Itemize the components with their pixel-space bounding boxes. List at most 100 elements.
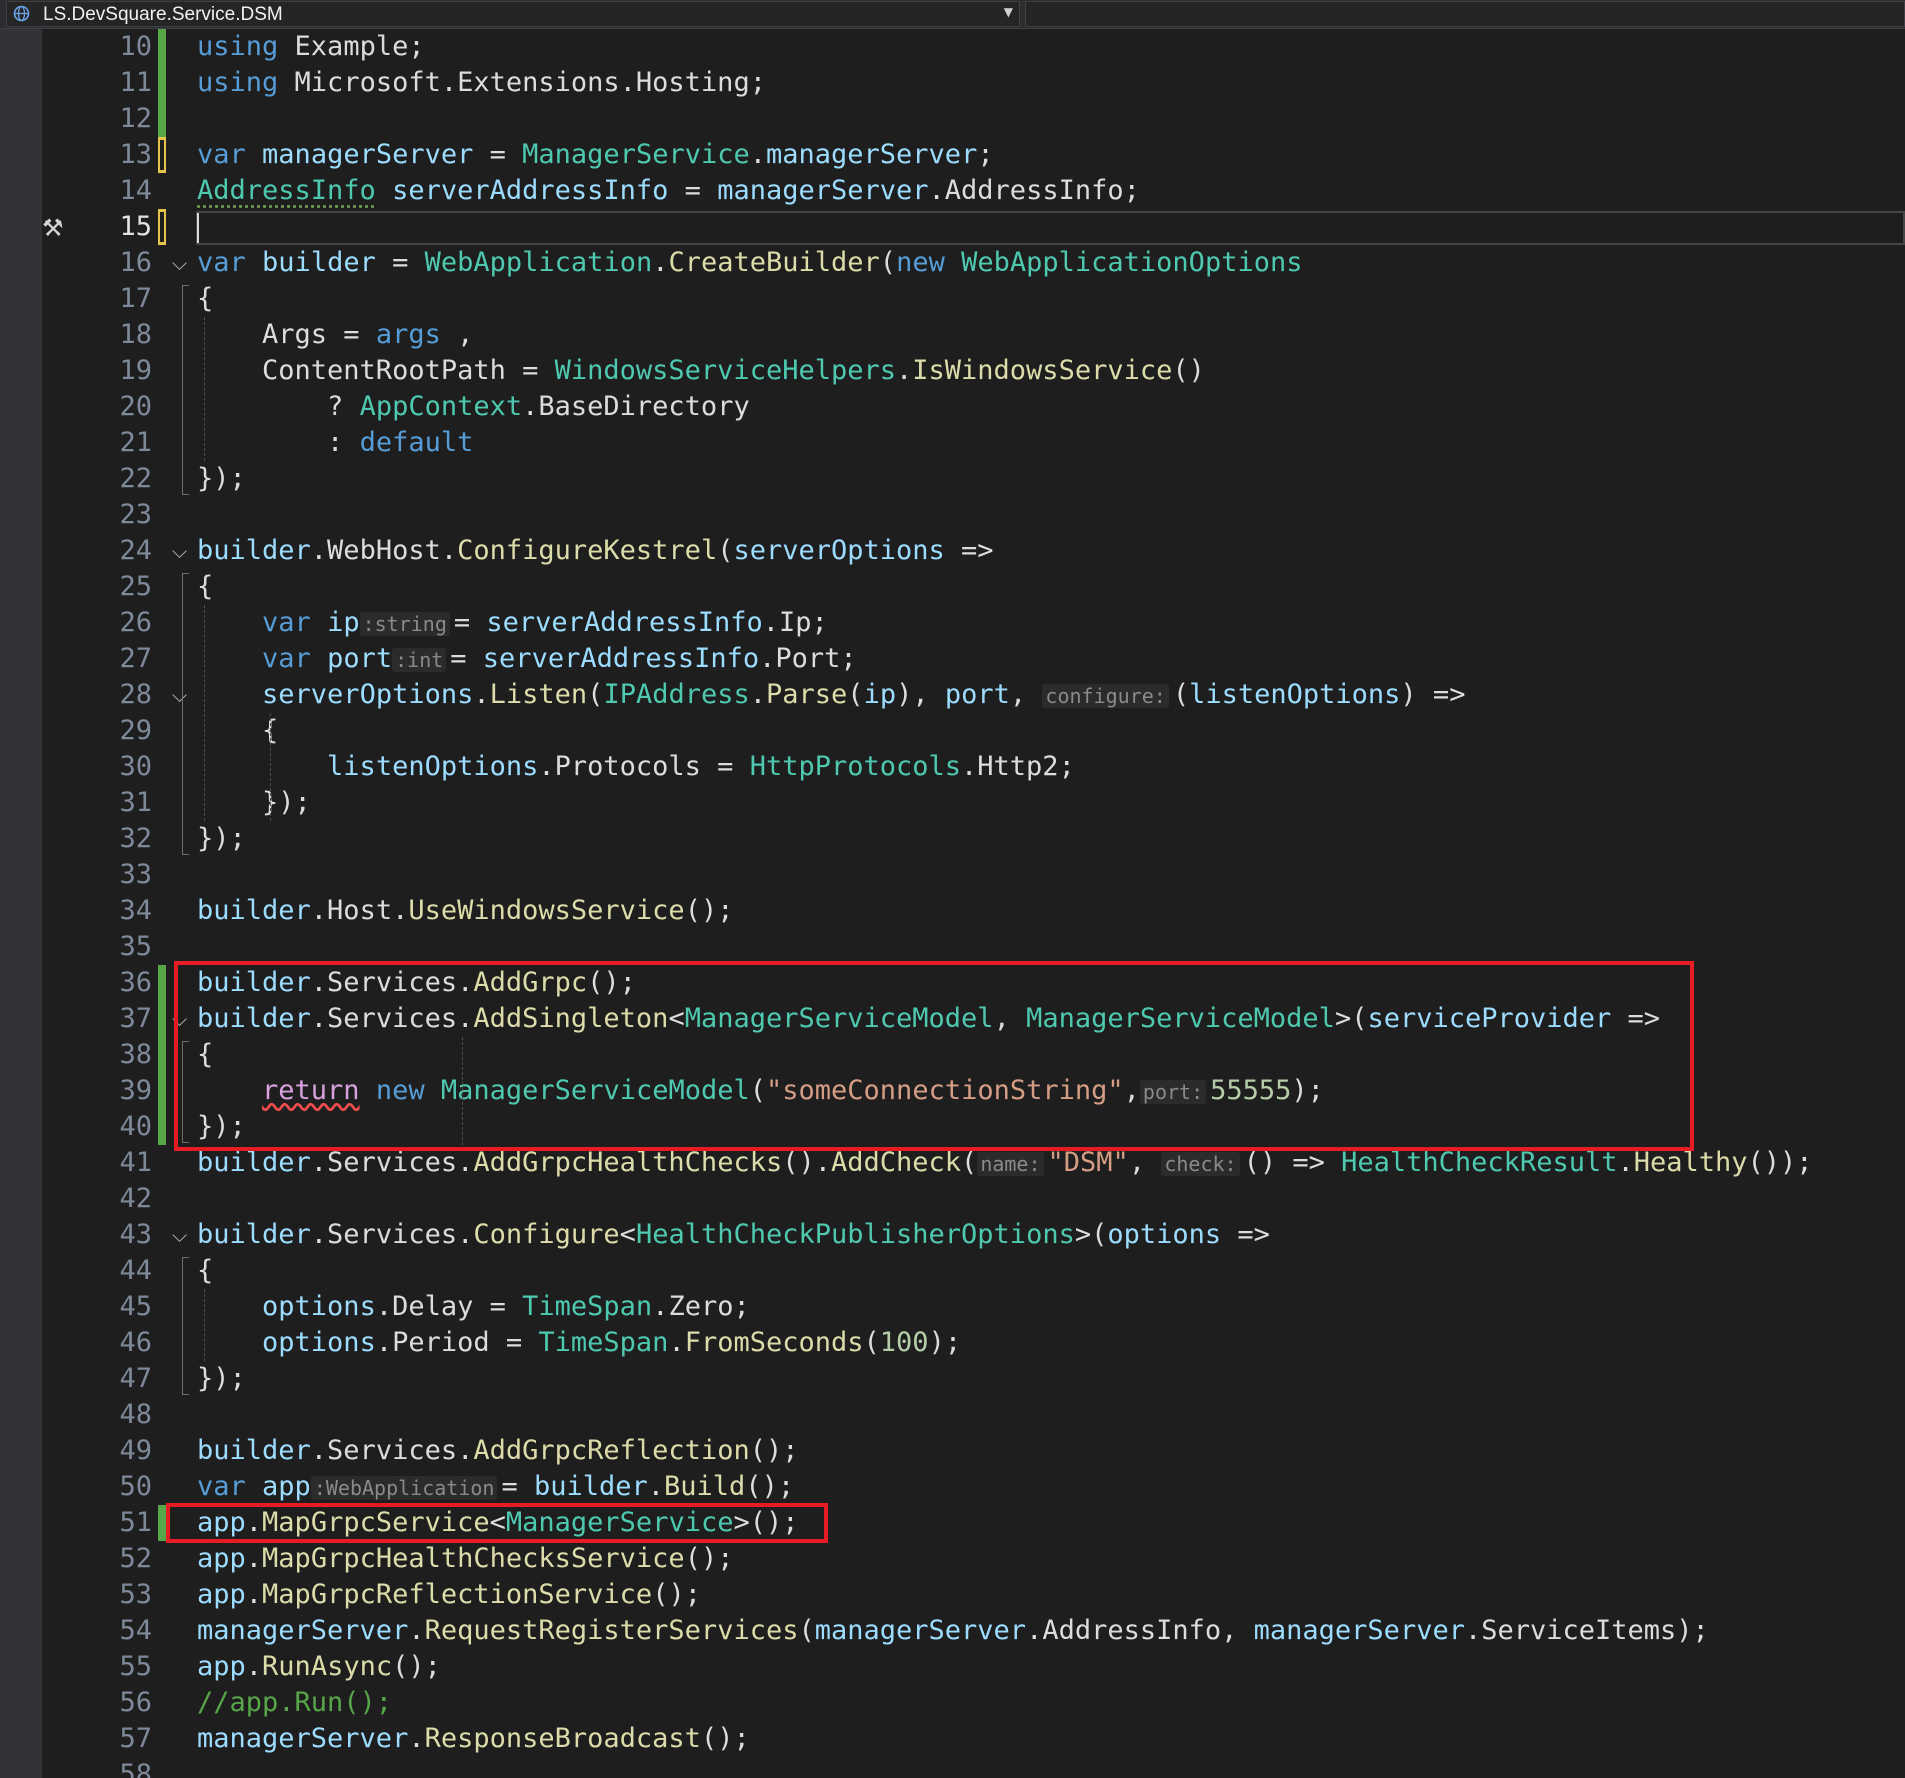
glyph-margin bbox=[0, 29, 42, 1778]
code-token: , bbox=[1128, 1147, 1162, 1178]
code-line[interactable]: { bbox=[197, 713, 278, 749]
line-number: 16 bbox=[119, 247, 152, 278]
indent-guide bbox=[204, 605, 205, 821]
code-token: . bbox=[408, 1723, 425, 1754]
code-token: serverOptions bbox=[733, 535, 945, 566]
code-token: (); bbox=[392, 1651, 441, 1682]
code-token: { bbox=[197, 571, 214, 602]
code-token: { bbox=[197, 1255, 214, 1286]
code-line[interactable]: var ip:string = serverAddressInfo.Ip; bbox=[197, 605, 828, 642]
code-token: port bbox=[944, 679, 1010, 710]
code-line[interactable]: var managerServer = ManagerService.manag… bbox=[197, 137, 994, 173]
code-line[interactable]: ? AppContext.BaseDirectory bbox=[197, 389, 750, 425]
code-line[interactable]: managerServer.ResponseBroadcast(); bbox=[197, 1721, 750, 1757]
code-token: AddressInfo bbox=[197, 175, 376, 206]
code-token: { bbox=[197, 283, 214, 314]
code-token: IsWindowsService bbox=[912, 355, 1173, 386]
code-token: var bbox=[197, 139, 246, 170]
code-line[interactable]: }); bbox=[197, 461, 246, 497]
code-line[interactable]: listenOptions.Protocols = HttpProtocols.… bbox=[197, 749, 1075, 785]
code-token: Example; bbox=[294, 31, 425, 62]
code-token: ); bbox=[928, 1327, 962, 1358]
code-token: .Services. bbox=[310, 1219, 474, 1250]
code-token: AddCheck bbox=[831, 1147, 962, 1178]
code-token: IPAddress bbox=[603, 679, 750, 710]
code-line[interactable]: app.MapGrpcHealthChecksService(); bbox=[197, 1541, 733, 1577]
code-line[interactable]: var builder = WebApplication.CreateBuild… bbox=[197, 245, 1302, 281]
fold-chevron-icon[interactable]: ⌵ bbox=[172, 1217, 187, 1253]
code-token: ; bbox=[977, 139, 994, 170]
code-token: Args = bbox=[197, 319, 376, 350]
code-token: using bbox=[197, 31, 279, 62]
line-number: 38 bbox=[119, 1039, 152, 1070]
code-line[interactable]: using Microsoft.Extensions.Hosting; bbox=[197, 65, 766, 101]
code-line[interactable]: managerServer.RequestRegisterServices(ma… bbox=[197, 1613, 1709, 1649]
code-line[interactable]: serverOptions.Listen(IPAddress.Parse(ip)… bbox=[197, 677, 1465, 714]
code-token: MapGrpcReflectionService bbox=[262, 1579, 653, 1610]
code-line[interactable]: var port:int = serverAddressInfo.Port; bbox=[197, 641, 857, 678]
code-line[interactable]: builder.Host.UseWindowsService(); bbox=[197, 893, 733, 929]
code-token: (); bbox=[749, 1435, 799, 1466]
code-line[interactable]: builder.WebHost.ConfigureKestrel(serverO… bbox=[197, 533, 994, 569]
member-selector[interactable] bbox=[1025, 1, 1905, 27]
code-line[interactable]: builder.Services.Configure<HealthCheckPu… bbox=[197, 1217, 1270, 1253]
code-token: ip bbox=[327, 607, 360, 638]
code-token: AppContext bbox=[359, 391, 523, 422]
code-editor[interactable]: ⚒ 10 using Example; 11 using Microsoft.Exte… bbox=[0, 29, 1905, 1778]
code-token: var bbox=[197, 1471, 246, 1502]
code-token: new bbox=[896, 247, 945, 278]
code-line[interactable]: }); bbox=[197, 1361, 246, 1397]
line-number: 57 bbox=[119, 1723, 152, 1754]
code-line[interactable]: ContentRootPath = WindowsServiceHelpers.… bbox=[197, 353, 1205, 389]
code-token: default bbox=[359, 427, 474, 458]
code-line[interactable]: app.MapGrpcReflectionService(); bbox=[197, 1577, 701, 1613]
code-line[interactable]: { bbox=[197, 1253, 213, 1289]
code-line[interactable]: { bbox=[197, 281, 213, 317]
code-token: ( bbox=[961, 1147, 978, 1178]
code-line[interactable]: }); bbox=[197, 821, 246, 857]
inlay-hint: :int bbox=[392, 648, 447, 672]
csharp-project-icon bbox=[13, 5, 30, 22]
code-token: WebApplicationOptions bbox=[961, 247, 1303, 278]
code-token: serverAddressInfo bbox=[486, 607, 763, 638]
chevron-down-icon[interactable]: ▼ bbox=[1004, 5, 1013, 19]
code-token: }); bbox=[197, 823, 246, 854]
code-token: (); bbox=[684, 1543, 734, 1574]
code-token: Healthy bbox=[1633, 1147, 1748, 1178]
fold-chevron-icon[interactable]: ⌵ bbox=[172, 533, 187, 569]
project-selector[interactable]: LS.DevSquare.Service.DSM ▼ bbox=[6, 1, 1020, 27]
code-token: builder bbox=[197, 1147, 311, 1178]
line-number: 33 bbox=[119, 859, 152, 890]
line-number: 17 bbox=[119, 283, 152, 314]
line-number: 55 bbox=[119, 1651, 152, 1682]
structure-guide bbox=[182, 285, 189, 495]
highlight-box-addsingleton-block bbox=[174, 961, 1694, 1151]
line-number: 32 bbox=[119, 823, 152, 854]
code-line[interactable]: //app.Run(); bbox=[197, 1685, 392, 1721]
code-line[interactable]: options.Delay = TimeSpan.Zero; bbox=[197, 1289, 750, 1325]
code-line[interactable]: using Example; bbox=[197, 29, 425, 65]
code-line[interactable]: { bbox=[197, 569, 213, 605]
code-token: builder bbox=[197, 1219, 311, 1250]
code-line[interactable]: : default bbox=[197, 425, 473, 461]
code-token: managerServer bbox=[814, 1615, 1027, 1646]
code-line[interactable]: builder.Services.AddGrpcReflection(); bbox=[197, 1433, 798, 1469]
code-line[interactable]: Args = args , bbox=[197, 317, 473, 353]
code-line[interactable]: AddressInfo serverAddressInfo = managerS… bbox=[197, 173, 1140, 209]
code-token: ), bbox=[896, 679, 945, 710]
line-number: 11 bbox=[119, 67, 152, 98]
code-token: . bbox=[749, 679, 767, 710]
code-line[interactable]: app.RunAsync(); bbox=[197, 1649, 441, 1685]
fold-chevron-icon[interactable]: ⌵ bbox=[172, 245, 187, 281]
code-line[interactable]: var app:WebApplication = builder.Build(); bbox=[197, 1469, 794, 1506]
line-number: 18 bbox=[119, 319, 152, 350]
line-number: 22 bbox=[119, 463, 152, 494]
code-line[interactable]: }); bbox=[197, 785, 311, 821]
code-token: = bbox=[473, 139, 523, 170]
code-token: managerServer bbox=[197, 1615, 409, 1646]
code-token: .AddressInfo; bbox=[928, 175, 1140, 206]
code-line[interactable]: options.Period = TimeSpan.FromSeconds(10… bbox=[197, 1325, 961, 1361]
